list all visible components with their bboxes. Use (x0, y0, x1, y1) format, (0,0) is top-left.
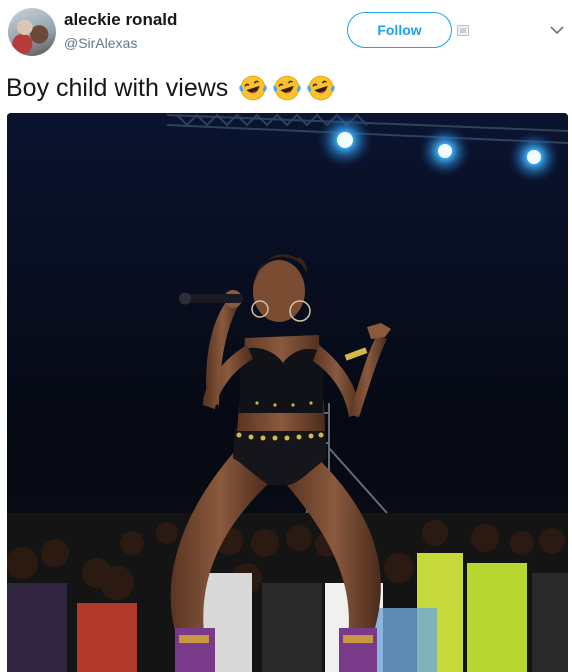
tweet-text-content: Boy child with views (6, 73, 229, 102)
laughing-crying-face-icon (273, 75, 301, 101)
emoji-row (238, 73, 336, 103)
author-display-name[interactable]: aleckie ronald (64, 10, 177, 30)
author-handle[interactable]: @SirAlexas (64, 35, 137, 51)
laughing-crying-face-icon (307, 75, 335, 101)
avatar[interactable] (8, 8, 56, 56)
card-icon (457, 25, 469, 36)
follow-button[interactable]: Follow (347, 12, 452, 48)
chevron-down-icon[interactable] (549, 24, 565, 36)
tweet-header: aleckie ronald @SirAlexas Follow (0, 0, 572, 64)
concert-stage-illustration (7, 113, 568, 672)
tweet-text: Boy child with views (6, 72, 336, 104)
tweet-photo[interactable] (7, 113, 568, 672)
laughing-crying-face-icon (239, 75, 267, 101)
